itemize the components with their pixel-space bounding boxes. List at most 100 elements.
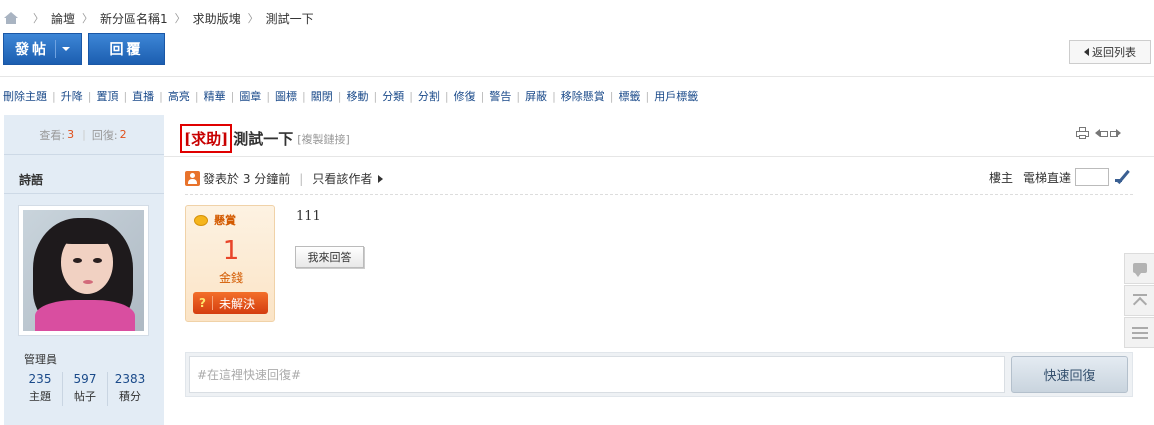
meta-separator: |: [299, 171, 304, 186]
stat-value: 235: [28, 372, 52, 386]
breadcrumb-thread: 測試一下: [265, 11, 314, 26]
views-count: 3: [67, 128, 75, 141]
moderator-action-bar: 刪除主題 | 升降 | 置頂 | 直播 | 高亮 | 精華 | 圖章 | 圖標 | 關閉 | 移動 | 分類 | 分割 | 修復…: [3, 88, 698, 104]
stat-label: 積分: [119, 390, 141, 403]
home-icon[interactable]: [4, 12, 18, 24]
floating-toolbar: [1124, 253, 1154, 349]
mod-action-link[interactable]: 刪除主題: [3, 88, 47, 104]
breadcrumb: 〉 論壇 〉 新分區名稱1 〉 求助版塊 〉 測試一下: [4, 9, 314, 27]
chevron-down-icon[interactable]: [62, 47, 70, 51]
reply-button[interactable]: 回覆: [88, 33, 165, 65]
question-icon: ?: [193, 296, 213, 310]
replies-count: 2: [119, 128, 127, 141]
floor-input[interactable]: [1075, 168, 1110, 186]
reply-label: 回覆: [109, 42, 144, 58]
mod-separator: |: [609, 89, 614, 103]
mod-action-link[interactable]: 直播: [132, 88, 154, 104]
quick-reply-button[interactable]: 快速回復: [1011, 356, 1128, 393]
mod-action-link[interactable]: 精華: [204, 88, 226, 104]
breadcrumb-separator: 〉: [174, 12, 186, 25]
mod-action-link[interactable]: 移動: [346, 88, 368, 104]
answer-button[interactable]: 我來回答: [295, 246, 364, 268]
next-thread-icon[interactable]: [1110, 128, 1121, 139]
quick-reply-input[interactable]: #在這裡快速回復#: [189, 356, 1005, 393]
triangle-left-icon: [1084, 48, 1089, 56]
mod-action-link[interactable]: 警告: [489, 88, 511, 104]
quick-reply-tool[interactable]: [1124, 253, 1154, 284]
mod-action-link[interactable]: 分類: [382, 88, 404, 104]
reward-card: 懸賞 1 金錢 ? 未解決: [185, 205, 275, 322]
mod-separator: |: [87, 89, 92, 103]
list-icon: [1132, 327, 1148, 339]
mod-action-link[interactable]: 置頂: [96, 88, 118, 104]
mod-separator: |: [444, 89, 449, 103]
back-to-top-tool[interactable]: [1124, 285, 1154, 316]
thread-stats: 查看: 3 | 回復: 2: [4, 115, 164, 155]
mod-action-link[interactable]: 標籤: [619, 88, 641, 104]
stat-posts[interactable]: 597 帖子: [63, 372, 108, 406]
thread-type-tag[interactable]: [求助]: [180, 124, 233, 153]
copy-link[interactable]: [複製鏈接]: [297, 131, 350, 147]
mod-action-link[interactable]: 屏蔽: [525, 88, 547, 104]
breadcrumb-separator: 〉: [33, 12, 44, 25]
stat-label: 主題: [29, 390, 51, 403]
list-tool[interactable]: [1124, 317, 1154, 348]
only-author-link[interactable]: 只看該作者: [312, 170, 372, 187]
back-to-top-icon: [1133, 294, 1147, 308]
mod-separator: |: [645, 89, 650, 103]
user-stats: 235 主題 597 帖子 2383 積分: [18, 372, 152, 406]
mod-action-link[interactable]: 分割: [418, 88, 440, 104]
reward-label: 懸賞: [214, 214, 236, 227]
mod-action-link[interactable]: 用戶標籤: [654, 88, 698, 104]
status-text: 未解決: [219, 296, 256, 311]
thread-tools: [1076, 127, 1125, 139]
mod-separator: |: [516, 89, 521, 103]
reward-unit: 金錢: [218, 271, 243, 285]
mod-action-link[interactable]: 升降: [61, 88, 83, 104]
gold-coin-icon: [194, 214, 208, 226]
print-icon[interactable]: [1076, 127, 1089, 139]
mod-action-link[interactable]: 圖標: [275, 88, 297, 104]
quick-reply-box: #在這裡快速回復# 快速回復: [185, 352, 1133, 397]
mod-separator: |: [409, 89, 413, 103]
breadcrumb-separator: 〉: [247, 12, 259, 25]
mod-separator: |: [266, 89, 271, 103]
new-post-button[interactable]: 發帖: [3, 33, 82, 65]
jump-label: 電梯直達: [1023, 170, 1072, 185]
chat-icon: [1133, 263, 1147, 277]
previous-thread-icon[interactable]: [1095, 128, 1108, 139]
mod-separator: |: [480, 89, 485, 103]
author-name[interactable]: 詩語: [19, 171, 43, 188]
back-to-list-label: 返回列表: [1092, 46, 1136, 59]
breadcrumb-board[interactable]: 求助版塊: [193, 10, 241, 27]
mod-action-link[interactable]: 移除懸賞: [561, 88, 605, 104]
mod-separator: |: [52, 89, 56, 103]
mod-separator: |: [159, 89, 163, 103]
reward-header: 懸賞: [194, 212, 236, 228]
button-divider: [55, 40, 56, 58]
breadcrumb-forum[interactable]: 論壇: [51, 10, 75, 27]
stat-credits[interactable]: 2383 積分: [108, 372, 152, 406]
mod-action-link[interactable]: 高亮: [168, 88, 190, 104]
breadcrumb-zone[interactable]: 新分區名稱1: [100, 10, 168, 27]
mod-separator: |: [194, 89, 199, 103]
go-icon[interactable]: [1115, 169, 1131, 185]
replies-label: 回復:: [91, 128, 118, 142]
mod-action-link[interactable]: 關閉: [311, 88, 333, 104]
breadcrumb-separator: 〉: [82, 12, 94, 25]
user-group[interactable]: 管理員: [24, 351, 57, 367]
mod-separator: |: [302, 89, 306, 103]
reward-amount: 1: [222, 236, 240, 266]
stat-threads[interactable]: 235 主題: [18, 372, 63, 406]
mod-action-link[interactable]: 修復: [454, 88, 476, 104]
mod-action-link[interactable]: 圖章: [239, 88, 261, 104]
post-meta: 發表於 3 分鐘前 | 只看該作者: [185, 170, 384, 187]
mod-separator: |: [337, 89, 342, 103]
floor-label: 樓主: [989, 170, 1014, 185]
back-to-list-button[interactable]: 返回列表: [1069, 40, 1151, 64]
views-label: 查看:: [39, 128, 66, 142]
avatar[interactable]: [18, 205, 149, 336]
divider: [185, 194, 1133, 195]
author-sidebar: 查看: 3 | 回復: 2 詩語 管理員 235 主題 597 帖子 2383 …: [4, 115, 164, 425]
new-post-label: 發帖: [15, 42, 49, 58]
